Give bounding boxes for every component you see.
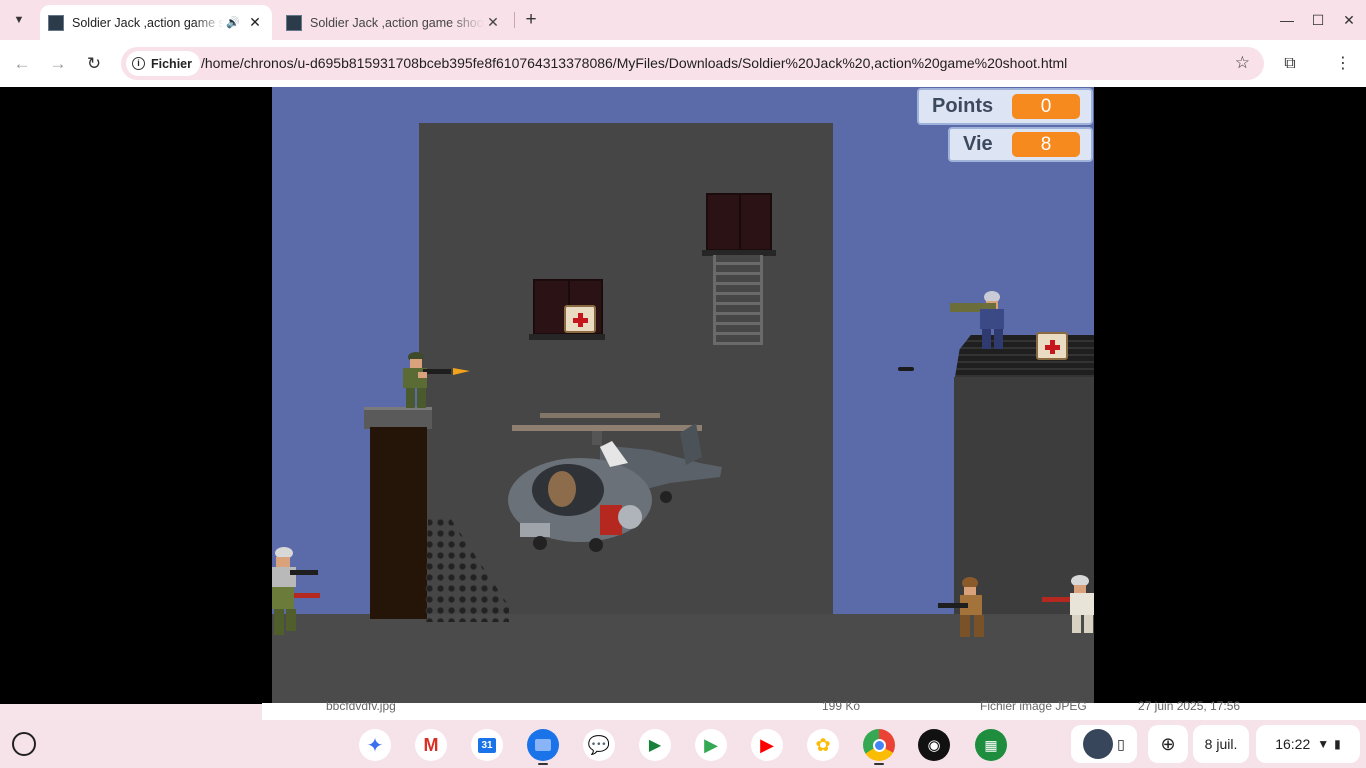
chrome-center: [872, 738, 886, 752]
battery-icon: ▮: [1334, 737, 1341, 751]
messages-icon[interactable]: 💬: [583, 729, 615, 761]
tab-divider: [514, 12, 515, 28]
speaker-icon[interactable]: 🔊: [224, 16, 242, 29]
reload-icon[interactable]: ↻: [82, 52, 106, 76]
status-tray[interactable]: 16:22 ▼ ▮: [1256, 725, 1360, 763]
gemini-icon[interactable]: ✦: [359, 729, 391, 761]
calendar-icon[interactable]: 31: [471, 729, 503, 761]
enemy-bazooka-soldier-sprite[interactable]: [950, 289, 1022, 351]
youtube-icon[interactable]: ▶: [751, 729, 783, 761]
back-arrow-icon[interactable]: ←: [10, 52, 34, 76]
avatar: [1083, 729, 1114, 759]
ladder: [713, 255, 763, 345]
clock-text: 16:22: [1275, 736, 1311, 752]
tab-strip: ▼ Soldier Jack ,action game shoot 🔊 ✕ So…: [0, 0, 1366, 40]
tab-title: Soldier Jack ,action game shoot: [72, 15, 224, 30]
kebab-menu-icon[interactable]: ⋮: [1331, 52, 1355, 76]
points-panel: Points 0: [917, 88, 1093, 125]
enemy-rifle-soldier-sprite[interactable]: [938, 575, 1000, 639]
add-icon[interactable]: ⊕: [1148, 725, 1188, 763]
folder-glyph: [535, 739, 551, 751]
address-bar[interactable]: i Fichier /home/chronos/u-d695b815931708…: [121, 47, 1264, 80]
building-window: [706, 193, 772, 251]
browser-toolbar: ← → ↻ i Fichier /home/chronos/u-d695b815…: [0, 40, 1366, 87]
player-soldier-sprite[interactable]: [398, 351, 478, 411]
enemy-helicopter-sprite[interactable]: [500, 405, 725, 565]
file-date: 27 juin 2025, 17:56: [1138, 699, 1241, 713]
medkit-pickup[interactable]: [1036, 332, 1068, 360]
life-value: 8: [1012, 132, 1080, 157]
calendar-day: 31: [478, 737, 496, 753]
window-sill: [529, 334, 605, 340]
extensions-puzzle-icon[interactable]: ⧉: [1278, 52, 1302, 76]
file-type: Fichier image JPEG: [980, 699, 1087, 713]
close-tab-icon[interactable]: ✕: [484, 14, 502, 31]
enemy-soldier-sprite[interactable]: [1042, 573, 1094, 635]
system-shelf: ✦ M 31 💬 ▶ ▶ ▶ ✿ ◉ ▦ ▯ ⊕ 8 juil. 16:22 ▼…: [0, 720, 1366, 768]
tote-holding-space[interactable]: ▯: [1071, 725, 1137, 763]
life-label: Vie: [963, 133, 993, 155]
site-info-chip[interactable]: i Fichier: [126, 51, 200, 76]
close-tab-icon[interactable]: ✕: [246, 14, 264, 31]
enemy-soldier-sprite[interactable]: [272, 545, 322, 639]
medkit-pickup[interactable]: [564, 305, 596, 333]
game-favicon-icon: [286, 14, 302, 31]
file-size: 199 Ko: [822, 699, 861, 713]
minimize-icon[interactable]: —: [1277, 10, 1297, 30]
date-pill[interactable]: 8 juil.: [1193, 725, 1249, 763]
running-indicator: [874, 763, 884, 765]
info-icon: i: [132, 57, 145, 70]
page-viewport: Points 0 Vie 8: [0, 87, 1366, 704]
launcher-icon[interactable]: [12, 732, 36, 756]
tab-title: Soldier Jack ,action game shoot: [310, 15, 484, 30]
photos-icon[interactable]: ✿: [807, 729, 839, 761]
app-grid-icon[interactable]: ▦: [975, 729, 1007, 761]
life-panel: Vie 8: [948, 127, 1093, 162]
file-name: bbcfdvdfv.jpg: [326, 699, 396, 713]
screen-capture-icon: ▯: [1117, 735, 1125, 752]
play-store-icon[interactable]: ▶: [695, 729, 727, 761]
running-indicator: [538, 763, 548, 765]
points-label: Points: [932, 95, 994, 117]
forward-arrow-icon[interactable]: →: [46, 52, 70, 76]
brown-pillar: [370, 427, 427, 619]
tab-search-button[interactable]: ▼: [6, 7, 32, 33]
gmail-icon[interactable]: M: [415, 729, 447, 761]
chevron-down-icon: ▼: [13, 14, 25, 26]
url-text[interactable]: /home/chronos/u-d695b815931708bceb395fe8…: [201, 55, 1067, 71]
game-favicon-icon: [48, 14, 64, 31]
tab-inactive[interactable]: Soldier Jack ,action game shoot ✕: [278, 5, 510, 40]
wifi-icon: ▼: [1317, 737, 1330, 751]
meet-icon[interactable]: ▶: [639, 729, 671, 761]
maximize-icon[interactable]: ☐: [1308, 10, 1328, 30]
files-app-row: bbcfdvdfv.jpg 199 Ko Fichier image JPEG …: [262, 699, 1366, 720]
podcast-icon[interactable]: ◉: [918, 729, 950, 761]
site-info-label: Fichier: [151, 56, 192, 71]
close-window-icon[interactable]: ✕: [1339, 10, 1359, 30]
new-tab-button[interactable]: +: [520, 9, 542, 31]
tab-active[interactable]: Soldier Jack ,action game shoot 🔊 ✕: [40, 5, 272, 40]
chrome-icon[interactable]: [863, 729, 895, 761]
game-canvas[interactable]: Points 0 Vie 8: [272, 87, 1094, 704]
bookmark-star-icon[interactable]: ☆: [1235, 53, 1250, 73]
points-value: 0: [1012, 94, 1080, 119]
files-icon[interactable]: [527, 729, 559, 761]
enemy-bullet: [898, 367, 914, 371]
